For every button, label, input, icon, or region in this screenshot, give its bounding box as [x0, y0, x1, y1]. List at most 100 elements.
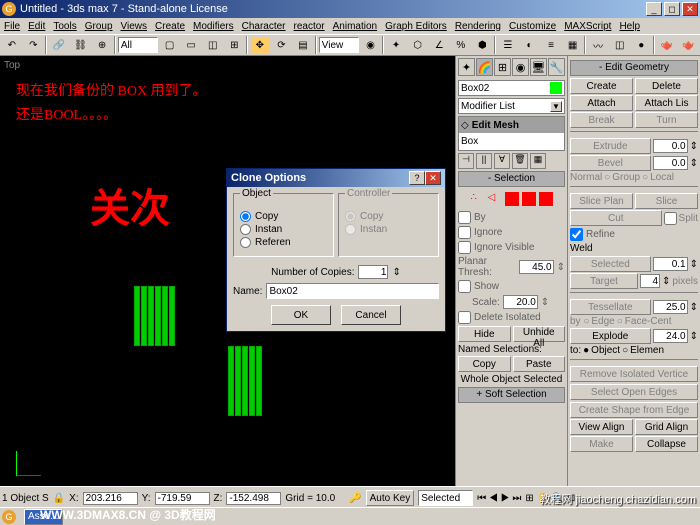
cancel-button[interactable]: Cancel	[341, 305, 401, 325]
copy-sel-button[interactable]: Copy	[458, 356, 511, 372]
delete-isolated-checkbox[interactable]	[458, 311, 471, 324]
explode-input[interactable]	[653, 329, 688, 343]
ref-coord-dropdown[interactable]	[319, 37, 359, 53]
menu-group[interactable]: Group	[85, 21, 113, 32]
turn-button[interactable]: Turn	[635, 112, 698, 128]
clone-copy-radio[interactable]	[240, 211, 251, 222]
y-coord-input[interactable]	[155, 492, 210, 505]
angle-snap-icon[interactable]: ∠	[429, 36, 449, 54]
menu-help[interactable]: Help	[619, 21, 640, 32]
refine-checkbox[interactable]	[570, 228, 583, 241]
maximize-button[interactable]: ◻	[664, 2, 680, 16]
start-icon[interactable]: G	[2, 510, 16, 524]
menu-character[interactable]: Character	[242, 21, 286, 32]
element-icon[interactable]	[539, 192, 553, 206]
hide-button[interactable]: Hide	[458, 326, 511, 342]
manip-icon[interactable]: ✦	[386, 36, 406, 54]
menu-create[interactable]: Create	[155, 21, 185, 32]
polygon-icon[interactable]	[522, 192, 536, 206]
percent-snap-icon[interactable]: %	[451, 36, 471, 54]
z-coord-input[interactable]	[226, 492, 281, 505]
create-shape-button[interactable]: Create Shape from Edge	[570, 402, 698, 418]
ignore-visible-checkbox[interactable]	[458, 241, 471, 254]
num-copies-input[interactable]	[358, 265, 388, 279]
ignore-checkbox[interactable]	[458, 226, 471, 239]
soft-selection-rollout[interactable]: + Soft Selection	[458, 387, 565, 403]
modifier-stack[interactable]: ◇ Edit Mesh Box	[458, 116, 565, 151]
minimize-button[interactable]: _	[646, 2, 662, 16]
select-icon[interactable]: ▢	[160, 36, 180, 54]
object-color-swatch[interactable]	[550, 82, 562, 94]
weld-sel-input[interactable]	[653, 257, 688, 271]
split-checkbox[interactable]	[664, 212, 677, 225]
schematic-icon[interactable]: ◫	[610, 36, 630, 54]
menu-tools[interactable]: Tools	[53, 21, 76, 32]
dialog-help-button[interactable]: ?	[409, 171, 425, 185]
menu-edit[interactable]: Edit	[28, 21, 45, 32]
create-tab-icon[interactable]: ✦	[458, 58, 475, 76]
motion-tab-icon[interactable]: ◉	[512, 58, 529, 76]
selection-filter-dropdown[interactable]	[118, 37, 158, 53]
mirror-icon[interactable]: ◐	[520, 36, 540, 54]
weld-selected-button[interactable]: Selected	[570, 256, 651, 272]
menu-customize[interactable]: Customize	[509, 21, 556, 32]
edge-icon[interactable]: ◁	[488, 192, 502, 206]
bevel-button[interactable]: Bevel	[570, 155, 651, 171]
hierarchy-tab-icon[interactable]: ⊞	[494, 58, 511, 76]
render-scene-icon[interactable]: 🫖	[657, 36, 677, 54]
menu-rendering[interactable]: Rendering	[455, 21, 501, 32]
align-icon[interactable]: ≡	[541, 36, 561, 54]
stack-item-editmesh[interactable]: ◇ Edit Mesh	[459, 117, 564, 133]
render-icon[interactable]: 🫖	[679, 36, 699, 54]
slice-button[interactable]: Slice	[635, 193, 698, 209]
break-button[interactable]: Break	[570, 112, 633, 128]
menu-reactor[interactable]: reactor	[294, 21, 325, 32]
material-icon[interactable]: ●	[632, 36, 652, 54]
modify-tab-icon[interactable]: 🌈	[476, 58, 493, 76]
dialog-close-button[interactable]: ✕	[425, 171, 441, 185]
spinner-snap-icon[interactable]: ⬢	[473, 36, 493, 54]
select-name-icon[interactable]: ▭	[181, 36, 201, 54]
rotate-icon[interactable]: ⟳	[272, 36, 292, 54]
tessellate-button[interactable]: Tessellate	[570, 299, 651, 315]
named-sel-icon[interactable]: ☰	[498, 36, 518, 54]
show-checkbox[interactable]	[458, 280, 471, 293]
utilities-tab-icon[interactable]: 🔧	[548, 58, 565, 76]
attach-button[interactable]: Attach	[570, 95, 633, 111]
link-icon[interactable]: 🔗	[49, 36, 69, 54]
undo-icon[interactable]: ↶	[2, 36, 22, 54]
modifier-list-dropdown[interactable]: Modifier List ▼	[458, 98, 565, 114]
grid-align-button[interactable]: Grid Align	[635, 419, 698, 435]
tess-input[interactable]	[653, 300, 688, 314]
configure-icon[interactable]: ▦	[530, 153, 546, 169]
planar-thresh-input[interactable]	[519, 260, 554, 274]
make-button[interactable]: Make	[570, 436, 633, 452]
remove-mod-icon[interactable]: 🗑	[512, 153, 528, 169]
extrude-button[interactable]: Extrude	[570, 138, 651, 154]
snap-icon[interactable]: ⬡	[408, 36, 428, 54]
select-open-edges-button[interactable]: Select Open Edges	[570, 384, 698, 400]
pin-stack-icon[interactable]: ⊣	[458, 153, 474, 169]
cut-button[interactable]: Cut	[570, 210, 662, 226]
clone-name-input[interactable]	[266, 283, 439, 299]
key-mode-dropdown[interactable]	[418, 490, 473, 506]
unlink-icon[interactable]: ⛓	[71, 36, 91, 54]
vertex-icon[interactable]: ∴	[471, 192, 485, 206]
unhide-all-button[interactable]: Unhide All	[513, 326, 566, 342]
menu-views[interactable]: Views	[121, 21, 148, 32]
pivot-icon[interactable]: ◉	[361, 36, 381, 54]
curve-editor-icon[interactable]: 〰	[588, 36, 608, 54]
collapse-button[interactable]: Collapse	[635, 436, 698, 452]
scale-input[interactable]	[503, 295, 538, 309]
move-icon[interactable]: ✥	[250, 36, 270, 54]
by-vertex-checkbox[interactable]	[458, 211, 471, 224]
selection-rollout[interactable]: - Selection	[458, 171, 565, 187]
explode-button[interactable]: Explode	[570, 328, 651, 344]
redo-icon[interactable]: ↷	[24, 36, 44, 54]
delete-button[interactable]: Delete	[635, 78, 698, 94]
display-tab-icon[interactable]: 🖥	[530, 58, 547, 76]
layers-icon[interactable]: ▦	[563, 36, 583, 54]
object-name-field[interactable]: Box02	[458, 80, 565, 96]
auto-key-button[interactable]: Auto Key	[366, 490, 415, 506]
remove-isolated-button[interactable]: Remove Isolated Vertice	[570, 366, 698, 382]
